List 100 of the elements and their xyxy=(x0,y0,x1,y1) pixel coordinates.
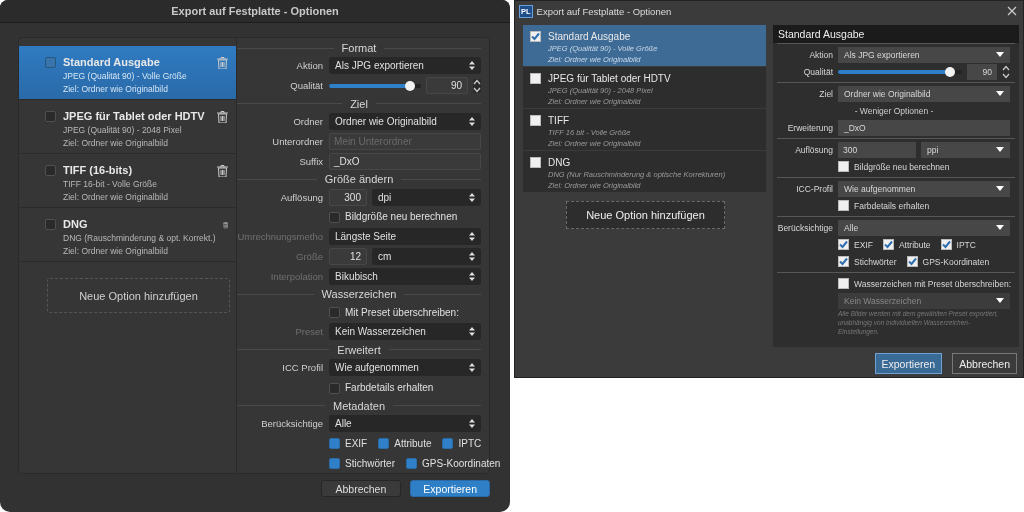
field-label: Aktion xyxy=(808,49,833,60)
unit-dropdown[interactable]: ppi xyxy=(921,141,1010,158)
text-field[interactable]: _DxO xyxy=(329,152,481,170)
slider-thumb[interactable] xyxy=(944,66,955,77)
stepper-arrows-icon xyxy=(469,252,475,261)
trash-icon[interactable] xyxy=(222,219,228,231)
slider-thumb[interactable] xyxy=(404,80,415,91)
checkbox[interactable] xyxy=(329,438,340,450)
dropdown[interactable]: Alle xyxy=(838,219,1010,236)
dropdown[interactable]: Ordner wie Originalbild xyxy=(329,113,481,131)
preset-destination: Ziel: Ordner wie Originalbild xyxy=(63,138,169,148)
checkbox-label: GPS-Koordinaten xyxy=(422,457,501,469)
dropdown[interactable]: Wie aufgenommen xyxy=(329,359,481,377)
field-label: Berücksichtige xyxy=(260,417,323,429)
stepper-arrows-icon xyxy=(469,232,475,242)
checkbox-label: Attribute xyxy=(394,437,432,449)
field-label: Aktion xyxy=(295,60,323,72)
checkbox[interactable] xyxy=(838,200,849,211)
checkbox[interactable] xyxy=(530,73,541,84)
checkbox-label: GPS-Koordinaten xyxy=(922,256,990,267)
dropdown-arrow-icon xyxy=(996,52,1004,57)
preset-name: Standard Ausgabe xyxy=(63,56,161,68)
checkbox[interactable] xyxy=(329,458,340,470)
checkbox[interactable] xyxy=(406,458,417,470)
field-label: Qualität xyxy=(289,80,323,92)
checkbox[interactable] xyxy=(838,239,849,250)
checkbox-label: Farbdetails erhalten xyxy=(854,200,930,211)
field-label: Ziel xyxy=(818,88,833,99)
field-label: Berücksichtige xyxy=(777,222,833,233)
preset-item[interactable]: Standard Ausgabe JPEG (Qualität 90) - Volle Größe Ziel: Ordner wie Originalbild xyxy=(19,46,236,100)
preset-item[interactable]: TIFF (16-bits) TIFF 16-bit - Volle Größe Ziel: Ordner wie Originalbild xyxy=(19,154,236,208)
checkbox[interactable] xyxy=(45,165,56,176)
dialog-button[interactable]: Exportieren xyxy=(410,480,490,497)
number-field[interactable]: 300 xyxy=(838,141,916,158)
dialog-button[interactable]: Abbrechen xyxy=(320,480,402,497)
section-heading: Größe ändern xyxy=(324,173,394,186)
fewer-options-link[interactable]: - Weniger Optionen - xyxy=(854,105,934,116)
field-label: ICC-Profil xyxy=(795,183,833,194)
stepper-arrows-icon xyxy=(469,192,475,202)
add-option-button[interactable]: Neue Option hinzufügen xyxy=(566,201,725,229)
checkbox[interactable] xyxy=(838,278,849,289)
spinner-icon[interactable] xyxy=(1002,64,1010,79)
stepper-arrows-icon xyxy=(469,363,475,373)
dialog-button[interactable]: Exportieren xyxy=(874,353,943,374)
panel-title: Standard Ausgabe xyxy=(778,28,865,40)
checkbox[interactable] xyxy=(940,239,952,250)
checkbox[interactable] xyxy=(530,115,541,126)
preset-description: TIFF 16-bit - Volle Größe xyxy=(63,179,158,189)
checkbox[interactable] xyxy=(329,382,340,394)
quality-slider[interactable] xyxy=(838,69,962,74)
section-heading: Metadaten xyxy=(333,399,385,412)
checkbox-label: Mit Preset überschreiben: xyxy=(345,306,459,318)
checkbox-label: IPTC xyxy=(956,239,976,250)
checkbox[interactable] xyxy=(838,256,849,267)
dropdown[interactable]: Ordner wie Originalbild xyxy=(838,85,1010,102)
preset-name: JPEG für Tablet oder HDTV xyxy=(548,73,671,84)
stepper-arrows-icon xyxy=(469,327,475,337)
checkbox[interactable] xyxy=(906,256,918,267)
section-heading: Ziel xyxy=(350,97,368,110)
quality-slider[interactable] xyxy=(329,83,421,88)
spinner-icon[interactable] xyxy=(473,78,481,93)
checkbox[interactable] xyxy=(378,438,390,450)
text-field[interactable]: _DxO xyxy=(838,119,1010,136)
preset-name: TIFF xyxy=(548,115,571,126)
checkbox-label: EXIF xyxy=(854,239,873,250)
field-label: Ordner xyxy=(292,116,323,128)
checkbox[interactable] xyxy=(329,307,340,319)
dropdown-arrow-icon xyxy=(996,147,1004,152)
field-label: Unterordner xyxy=(271,135,323,147)
checkbox[interactable] xyxy=(45,57,56,68)
checkbox[interactable] xyxy=(882,239,894,250)
trash-icon[interactable] xyxy=(217,111,228,123)
checkbox[interactable] xyxy=(45,111,56,122)
preset-item[interactable]: JPEG für Tablet oder HDTV JPEG (Qualität 90) - 2048 Pixel Ziel: Ordner wie Originalbild xyxy=(19,100,236,154)
dialog-button[interactable]: Abbrechen xyxy=(952,353,1017,374)
unit-dropdown[interactable]: dpi xyxy=(372,188,481,206)
preset-item[interactable]: DNG DNG (Rauschminderung & opt. Korrekt.) Ziel: Ordner wie Originalbild xyxy=(19,208,236,262)
number-field[interactable]: 90 xyxy=(426,77,468,95)
stepper-arrows-icon xyxy=(469,418,475,428)
trash-icon[interactable] xyxy=(217,165,228,177)
dropdown[interactable]: Als JPG exportieren xyxy=(329,57,481,75)
checkbox[interactable] xyxy=(838,161,849,172)
preset-destination: Ziel: Ordner wie Originalbild xyxy=(63,84,169,94)
dropdown[interactable]: Wie aufgenommen xyxy=(838,180,1010,197)
stepper-arrows-icon xyxy=(469,61,475,71)
dropdown[interactable]: Als JPG exportieren xyxy=(838,46,1010,63)
checkbox[interactable] xyxy=(530,157,541,168)
field-label: Suffix xyxy=(298,155,323,167)
section-heading: Wasserzeichen xyxy=(321,288,397,301)
dropdown-arrow-icon xyxy=(996,298,1004,303)
close-icon[interactable] xyxy=(1007,6,1017,16)
checkbox[interactable] xyxy=(442,438,454,450)
add-option-button[interactable]: Neue Option hinzufügen xyxy=(47,278,230,313)
number-field[interactable]: 300 xyxy=(329,188,367,206)
checkbox[interactable] xyxy=(329,211,340,223)
checkbox[interactable] xyxy=(530,31,541,42)
number-field[interactable]: 90 xyxy=(967,63,997,80)
preset-destination: Ziel: Ordner wie Originalbild xyxy=(63,192,169,202)
dropdown[interactable]: Alle xyxy=(329,414,481,432)
checkbox[interactable] xyxy=(45,219,56,230)
